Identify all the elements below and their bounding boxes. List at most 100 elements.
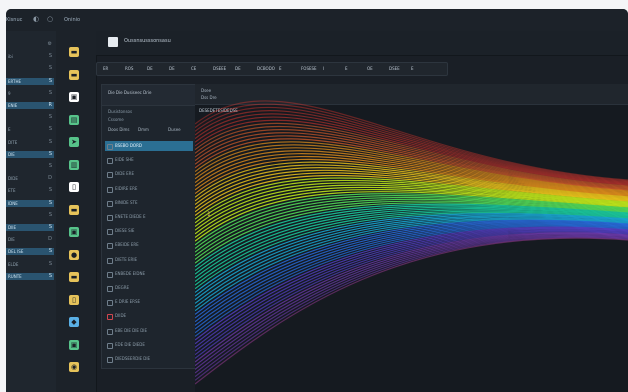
image-icon[interactable]: ▣ — [69, 92, 79, 102]
nav-item[interactable]: DIDE D — [6, 175, 54, 182]
row-checkbox-icon[interactable] — [107, 215, 113, 221]
nav-item[interactable]: 9S — [6, 90, 54, 97]
nav-item[interactable]: DIIE S — [6, 224, 54, 231]
filter-chip[interactable]: E — [279, 63, 282, 75]
row-checkbox-icon[interactable] — [107, 314, 113, 321]
row-checkbox-icon[interactable] — [107, 229, 113, 236]
coin-icon[interactable]: ● — [69, 249, 79, 260]
nav-item[interactable]: S — [6, 65, 54, 72]
panel-row[interactable]: EBEIDE ERE — [105, 240, 193, 250]
filter-chip[interactable]: I — [323, 63, 324, 75]
panel-row[interactable]: E DRIE ERSE — [105, 297, 193, 307]
panel-row[interactable]: DIEDSEERDIE DIE — [105, 354, 193, 364]
panel-row[interactable]: DIETE ERIE — [105, 255, 193, 265]
row-checkbox-icon[interactable] — [107, 342, 113, 349]
app-window: Kisnuc ◐ ○ Oninio ⚙ ibi S S ERTHE S 9 S ENIE R S E S… — [6, 9, 628, 392]
filter-chip[interactable]: DE — [169, 63, 175, 75]
folder-icon[interactable]: ▬ — [69, 204, 79, 215]
panel-row[interactable]: DIDE ERE — [105, 169, 193, 179]
image-icon[interactable]: ▣ — [69, 227, 79, 237]
row-checkbox-icon[interactable] — [107, 257, 113, 264]
nav-item[interactable]: IDNE S — [6, 199, 54, 207]
filter-chip[interactable]: DE — [235, 63, 241, 75]
photo-icon[interactable]: ▥ — [69, 159, 79, 170]
panel-tab[interactable]: Dusee — [168, 127, 181, 132]
camera-icon[interactable]: ◉ — [69, 362, 79, 372]
filter-chip[interactable]: ER — [103, 63, 108, 75]
filter-chip[interactable]: OE — [367, 63, 373, 75]
row-checkbox-icon[interactable] — [107, 186, 113, 193]
row-checkbox-icon[interactable] — [107, 357, 113, 363]
folder-icon[interactable]: ▬ — [69, 69, 79, 80]
nav-item-icon: S — [48, 199, 52, 206]
row-checkbox-icon[interactable] — [107, 328, 113, 335]
nav-item[interactable]: ETE S — [6, 187, 54, 194]
panel-row[interactable]: DIIDE — [105, 311, 193, 321]
nav-item[interactable]: ERTHE S — [6, 77, 54, 85]
filter-chip[interactable]: DCBODO — [257, 63, 275, 75]
left-nav: ⚙ ibi S S ERTHE S 9 S ENIE R S E S DITE S DIE S S DIDE D ETE… — [6, 31, 57, 392]
row-checkbox-icon[interactable] — [107, 144, 113, 150]
panel-row[interactable]: ENETE DIEDE E — [105, 212, 193, 222]
panel-row[interactable]: EBE DIE DIE DIE — [105, 326, 193, 336]
row-label: EBEIDE ERE — [115, 242, 139, 248]
row-checkbox-icon[interactable] — [107, 158, 113, 165]
row-checkbox-icon[interactable] — [107, 271, 113, 278]
nav-item[interactable]: ES — [6, 126, 54, 133]
nav-item-icon: S — [48, 272, 52, 279]
canvas-marker[interactable]: 1 — [207, 211, 211, 218]
moon-icon[interactable]: ◐ — [32, 15, 40, 23]
nav-item-icon: S — [48, 126, 52, 133]
filter-chip[interactable]: DSEE — [389, 63, 400, 75]
filter-chip[interactable]: E — [411, 63, 414, 75]
nav-item[interactable]: DITE S — [6, 139, 54, 146]
filter-chip[interactable]: CE — [191, 63, 196, 75]
filter-chip[interactable]: DSEEE — [213, 63, 226, 75]
graphics-canvas[interactable]: Dsee Dss Dre DESEDETESIDEDSE 1 — [195, 84, 628, 392]
panel-row[interactable]: EDE DIE DIEDE — [105, 340, 193, 350]
panel-row[interactable]: ENBEDE EIDNE — [105, 269, 193, 279]
picture-icon[interactable]: ▤ — [69, 114, 79, 125]
row-checkbox-icon[interactable] — [107, 200, 113, 207]
row-checkbox-icon[interactable] — [107, 172, 113, 179]
nav-item[interactable]: ⚙ — [6, 41, 54, 48]
filter-chip[interactable]: FOSESE — [301, 63, 317, 75]
folder-icon[interactable]: ▬ — [69, 272, 79, 282]
panel-tab[interactable]: Doos Dims — [108, 127, 130, 132]
filter-chip[interactable]: E — [345, 63, 348, 75]
nav-item[interactable]: DIE D — [6, 236, 54, 243]
nav-item[interactable]: DEL ISE S — [6, 248, 54, 256]
nav-item-label: RUNTE — [8, 273, 22, 279]
panel-row[interactable]: DIESE SIE — [105, 226, 193, 236]
layers-icon[interactable] — [108, 37, 118, 47]
menu-item-center[interactable]: Oninio — [64, 16, 80, 24]
nav-item-label: DITE — [8, 139, 18, 145]
blue-file-icon[interactable]: ◆ — [69, 317, 79, 327]
arrow-icon[interactable]: ➤ — [69, 137, 79, 147]
nav-item[interactable]: ELDE S — [6, 261, 54, 268]
document-icon[interactable]: ▯ — [69, 294, 79, 305]
nav-item[interactable]: RUNTE S — [6, 272, 54, 280]
panel-row[interactable]: DEGRE — [105, 283, 193, 293]
panel-row[interactable]: EIDIRE ERE — [105, 184, 193, 194]
panel-tab[interactable]: Dmm — [138, 127, 149, 132]
filter-chip[interactable]: ROS — [125, 63, 133, 75]
nav-item[interactable]: S — [6, 212, 54, 219]
nav-item[interactable]: ibi S — [6, 53, 54, 60]
document-icon[interactable]: ▯ — [69, 182, 79, 192]
panel-row[interactable]: BINIDE STE — [105, 198, 193, 208]
row-checkbox-icon[interactable] — [107, 286, 113, 292]
panel-row[interactable]: EIDE SHE — [105, 155, 193, 165]
filter-chip[interactable]: DE — [147, 63, 153, 75]
nav-item-label: E — [8, 127, 11, 133]
nav-item[interactable]: DIE S — [6, 150, 54, 158]
panel-row[interactable]: BSEBO DORD — [105, 141, 193, 151]
image-icon[interactable]: ▣ — [69, 339, 79, 350]
circle-icon[interactable]: ○ — [46, 15, 54, 23]
row-checkbox-icon[interactable] — [107, 243, 113, 250]
row-checkbox-icon[interactable] — [107, 300, 113, 307]
folder-icon[interactable]: ▬ — [69, 47, 79, 57]
nav-item[interactable]: ENIE R — [6, 102, 54, 109]
nav-item[interactable]: S — [6, 163, 54, 170]
nav-item[interactable]: S — [6, 114, 54, 121]
